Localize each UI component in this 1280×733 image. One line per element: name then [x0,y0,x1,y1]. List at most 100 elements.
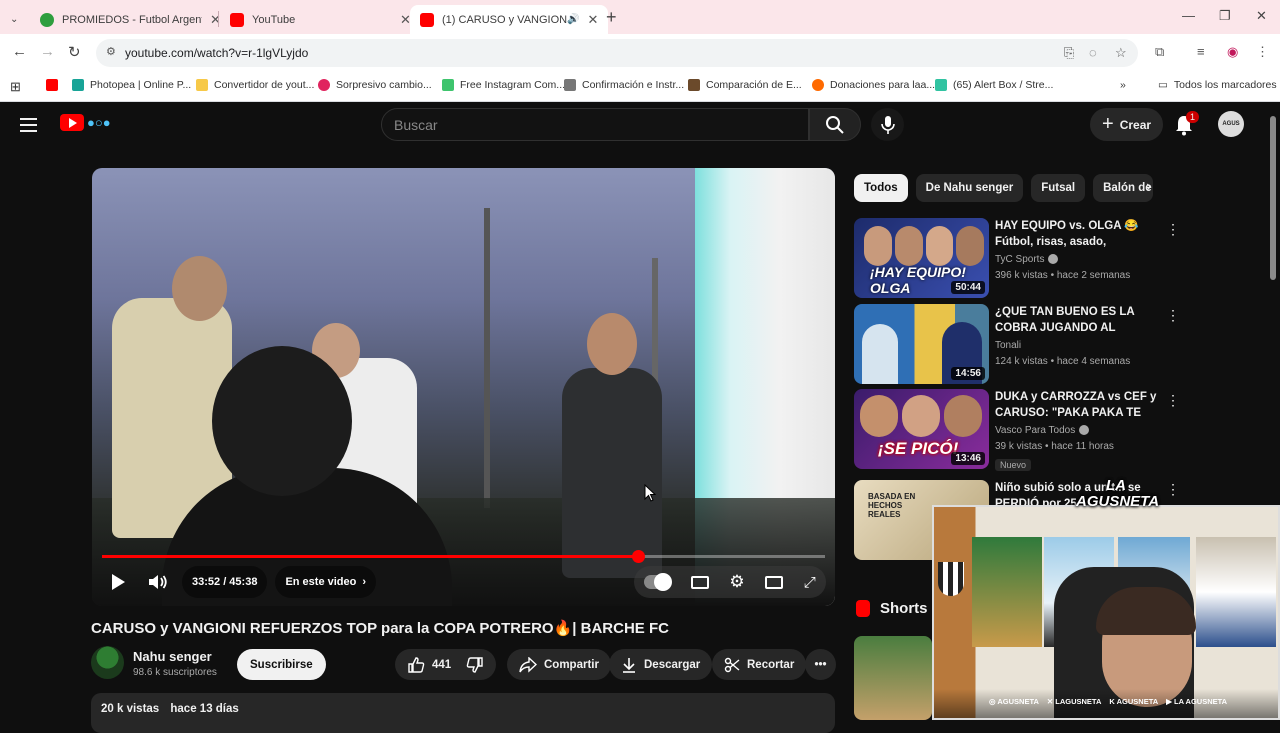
bookmarks-bar: ⊞ Photopea | Online P... Convertidor de … [0,72,1280,102]
duration-badge: 13:46 [951,452,985,465]
more-actions-button[interactable]: ••• [805,649,836,680]
chip-balon[interactable]: Balón de f [1093,174,1154,202]
search-box[interactable] [381,108,809,141]
recommendation-channel[interactable]: Tonali [995,340,1021,351]
page-scrollbar[interactable] [1270,116,1276,280]
description-box[interactable]: 20 k vistas hace 13 días [91,693,835,733]
recommendation-thumbnail[interactable]: ¡SE PICÓ! 13:46 [854,389,989,469]
tab-promiedos[interactable]: PROMIEDOS - Futbol Argentino ✕ [30,5,231,34]
dislike-button[interactable] [456,649,496,680]
omnibox[interactable]: ⚙ youtube.com/watch?v=r-1lgVLyjdo ⎘ ◌ ☆ [96,39,1138,67]
recommendation-channel[interactable]: TyC Sports [995,254,1059,265]
news-icon [318,79,330,91]
recommendation-thumbnail[interactable]: 14:56 [854,304,989,384]
extensions-icon[interactable]: ⧉ [1155,44,1164,60]
verified-icon [1048,254,1059,265]
shorts-section-header: Shorts [856,600,928,617]
progress-fill [102,555,639,558]
tab-search-button[interactable]: ⌄ [0,5,30,34]
bookmark-item[interactable]: Free Instagram Com... [442,79,565,91]
progress-bar[interactable] [102,550,825,563]
more-vertical-icon[interactable]: ⋮ [1166,221,1180,238]
recommendation-channel[interactable]: Vasco Para Todos [995,425,1090,436]
create-button[interactable]: + Crear [1090,108,1164,141]
short-thumbnail[interactable] [854,636,932,720]
play-button[interactable] [102,566,134,598]
like-button[interactable]: 441 [395,649,463,680]
profile-icon[interactable]: ◉ [1227,44,1238,60]
more-vertical-icon[interactable]: ⋮ [1166,481,1180,498]
recommendation-title[interactable]: ¿QUE TAN BUENO ES LA COBRA JUGANDO AL FU… [995,304,1165,336]
install-app-icon[interactable]: ⎘ [1064,45,1074,61]
instagram-handle: ◎ AGUSNETA [989,697,1039,706]
download-button[interactable]: Descargar [609,649,713,680]
close-tab-icon[interactable]: ✕ [587,12,598,28]
chip-all[interactable]: Todos [854,174,908,202]
bookmark-item[interactable]: Confirmación e Instr... [564,79,684,91]
close-window-icon[interactable]: ✕ [1256,8,1267,24]
more-vertical-icon[interactable]: ⋮ [1166,392,1180,409]
search-input[interactable] [382,109,808,140]
youtube-logo[interactable]: ●○● [60,114,111,131]
menu-icon[interactable] [20,118,37,132]
bookmark-item[interactable]: Sorpresivo cambio... [318,79,432,91]
video-player[interactable]: 33:52 / 45:38 En este video › ⚙ ⤢ [92,168,835,606]
tab-active-video[interactable]: (1) CARUSO y VANGIONI R 🔊 ✕ [410,5,609,34]
channel-name[interactable]: Nahu senger [133,649,212,664]
restore-icon[interactable]: ❐ [1219,8,1231,24]
more-bookmarks-icon[interactable]: » [1120,79,1126,91]
bookmark-item[interactable]: Convertidor de yout... [196,79,314,91]
eye-off-icon[interactable]: ◌ [1089,45,1097,60]
media-control-icon[interactable]: ≡ [1197,44,1205,59]
autoplay-toggle-icon[interactable] [644,573,673,591]
chevron-right-icon[interactable]: › [1146,178,1151,196]
search-button[interactable] [809,108,861,141]
forward-icon[interactable]: → [40,43,55,60]
in-video-chapters-button[interactable]: En este video › [275,566,377,598]
bookmark-item[interactable]: (65) Alert Box / Stre... [935,79,1053,91]
recommendation-title[interactable]: DUKA y CARROZZA vs CEF y CARUSO: "PAKA P… [995,389,1165,421]
minimize-icon[interactable]: — [1182,8,1195,23]
tab-youtube[interactable]: YouTube ✕ [220,5,421,34]
chip-channel[interactable]: De Nahu senger [915,174,1024,202]
streamlabs-icon [935,79,947,91]
star-icon[interactable]: ☆ [1115,45,1127,61]
menu-dots-icon[interactable]: ⋮ [1256,44,1269,60]
back-icon[interactable]: ← [12,43,27,60]
share-button[interactable]: Compartir [507,649,611,680]
fullscreen-icon[interactable]: ⤢ [804,574,816,591]
channel-avatar[interactable] [91,646,124,679]
speaker-icon[interactable]: 🔊 [567,14,579,25]
account-avatar[interactable]: AGUS [1218,111,1244,137]
subtitles-icon[interactable] [690,575,709,589]
person-left-head [172,256,227,321]
apps-grid-icon[interactable]: ⊞ [10,79,21,95]
url-text[interactable]: youtube.com/watch?v=r-1lgVLyjdo [125,46,308,60]
all-bookmarks-label: Todos los marcadores [1173,79,1277,91]
recommendation-item[interactable]: 14:56 ¿QUE TAN BUENO ES LA COBRA JUGANDO… [854,304,1184,384]
bookmark-label: Sorpresivo cambio... [336,79,432,91]
chip-futsal[interactable]: Futsal [1031,174,1086,202]
reload-icon[interactable]: ↻ [68,43,81,61]
miniplayer-icon[interactable] [765,575,784,589]
recommendation-title[interactable]: HAY EQUIPO vs. OLGA 😂 Fútbol, risas, asa… [995,218,1165,250]
tab-title: (1) CARUSO y VANGIONI R [442,13,567,26]
bookmark-item[interactable]: Comparación de E... [688,79,802,91]
recommendation-item[interactable]: ¡HAY EQUIPO! OLGA 50:44 HAY EQUIPO vs. O… [854,218,1184,298]
bookmark-item[interactable] [46,79,64,91]
settings-gear-icon[interactable]: ⚙ [729,572,744,592]
site-info-icon[interactable]: ⚙ [106,45,116,58]
bookmark-item[interactable]: Donaciones para laa... [812,79,935,91]
recommendation-item[interactable]: ¡SE PICÓ! 13:46 DUKA y CARROZZA vs CEF y… [854,389,1184,471]
more-vertical-icon[interactable]: ⋮ [1166,307,1180,324]
volume-button[interactable] [142,566,174,598]
all-bookmarks[interactable]: ▭ Todos los marcadores [1158,79,1277,91]
recommendation-thumbnail[interactable]: ¡HAY EQUIPO! OLGA 50:44 [854,218,989,298]
new-tab-button[interactable]: + [606,7,617,28]
bookmark-item[interactable]: Photopea | Online P... [72,79,191,91]
notifications-button[interactable]: 1 [1174,111,1200,136]
voice-search-button[interactable] [871,108,904,141]
subscribe-button[interactable]: Suscribirse [237,649,326,680]
thumbs-down-icon [466,656,483,673]
clip-button[interactable]: Recortar [712,649,807,680]
